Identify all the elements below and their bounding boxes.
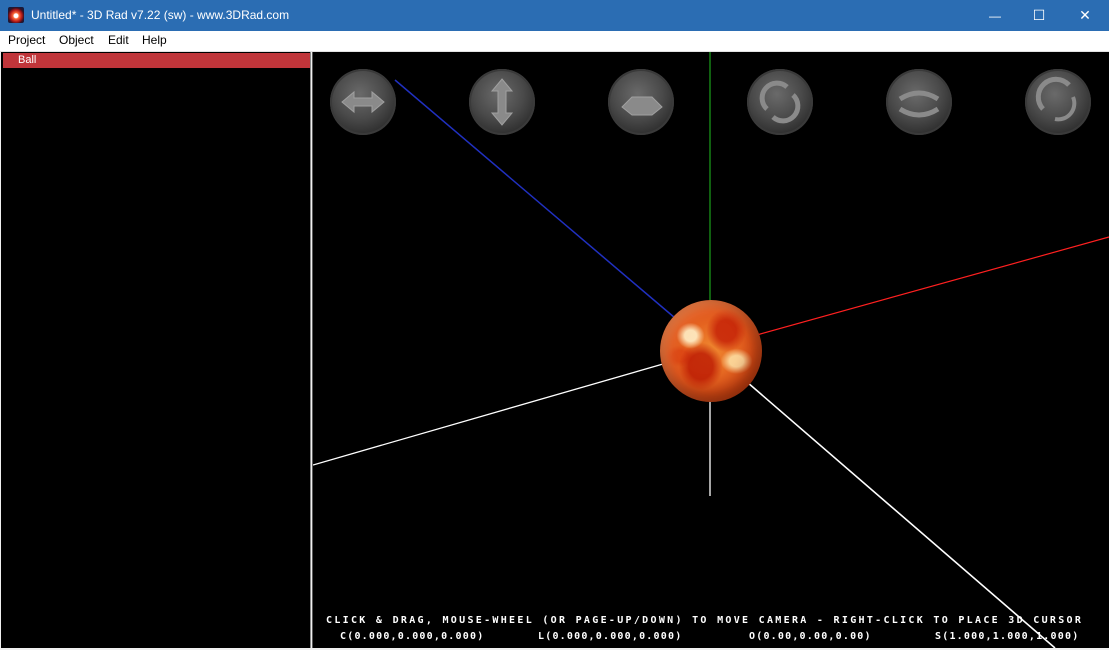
menu-project[interactable]: Project — [8, 33, 45, 47]
app-icon[interactable] — [8, 7, 24, 23]
rotate-z-icon — [1035, 76, 1077, 122]
camera-coordinate-readout: C(0.000,0.000,0.000) — [340, 631, 485, 642]
3d-viewport[interactable]: CLICK & DRAG, MOUSE-WHEEL (OR PAGE-UP/DO… — [312, 52, 1109, 648]
ball-object[interactable] — [660, 300, 762, 402]
menu-object[interactable]: Object — [59, 33, 94, 47]
rotate-x-button[interactable] — [747, 69, 813, 135]
scale-coordinate-readout: S(1.000,1.000,1.000) — [935, 631, 1080, 642]
orientation-coordinate-readout: O(0.00,0.00,0.00) — [749, 631, 872, 642]
x-axis-line — [752, 236, 1109, 337]
camera-hint-text: CLICK & DRAG, MOUSE-WHEEL (OR PAGE-UP/DO… — [326, 615, 1084, 626]
move-left-right-button[interactable] — [330, 69, 396, 135]
object-list-item-label: Ball — [18, 54, 37, 66]
move-up-down-icon — [490, 78, 514, 126]
maximize-icon: ☐ — [1032, 7, 1046, 23]
menu-help[interactable]: Help — [142, 33, 167, 47]
menu-edit[interactable]: Edit — [108, 33, 129, 47]
move-plane-button[interactable] — [608, 69, 674, 135]
maximize-button[interactable]: ☐ — [1016, 0, 1062, 31]
object-list-panel[interactable]: Ball — [1, 52, 311, 648]
rotate-y-icon — [898, 90, 940, 118]
object-list-item-ball[interactable]: Ball — [3, 53, 310, 68]
minimize-icon: — — [989, 8, 1001, 23]
move-plane-icon — [621, 96, 663, 116]
move-left-right-icon — [341, 90, 385, 114]
title-bar[interactable]: Untitled* - 3D Rad v7.22 (sw) - www.3DRa… — [0, 0, 1109, 31]
close-icon: ✕ — [1079, 7, 1091, 23]
move-up-down-button[interactable] — [469, 69, 535, 135]
rotate-y-button[interactable] — [886, 69, 952, 135]
rotate-x-icon — [759, 80, 801, 124]
rotate-z-button[interactable] — [1025, 69, 1091, 135]
window-title: Untitled* - 3D Rad v7.22 (sw) - www.3DRa… — [31, 8, 290, 22]
location-coordinate-readout: L(0.000,0.000,0.000) — [538, 631, 683, 642]
grid-line-right — [739, 375, 1056, 648]
grid-line-left — [313, 363, 664, 466]
menu-bar: Project Object Edit Help — [0, 31, 1109, 52]
close-button[interactable]: ✕ — [1062, 0, 1108, 31]
minimize-button[interactable]: — — [972, 0, 1018, 31]
